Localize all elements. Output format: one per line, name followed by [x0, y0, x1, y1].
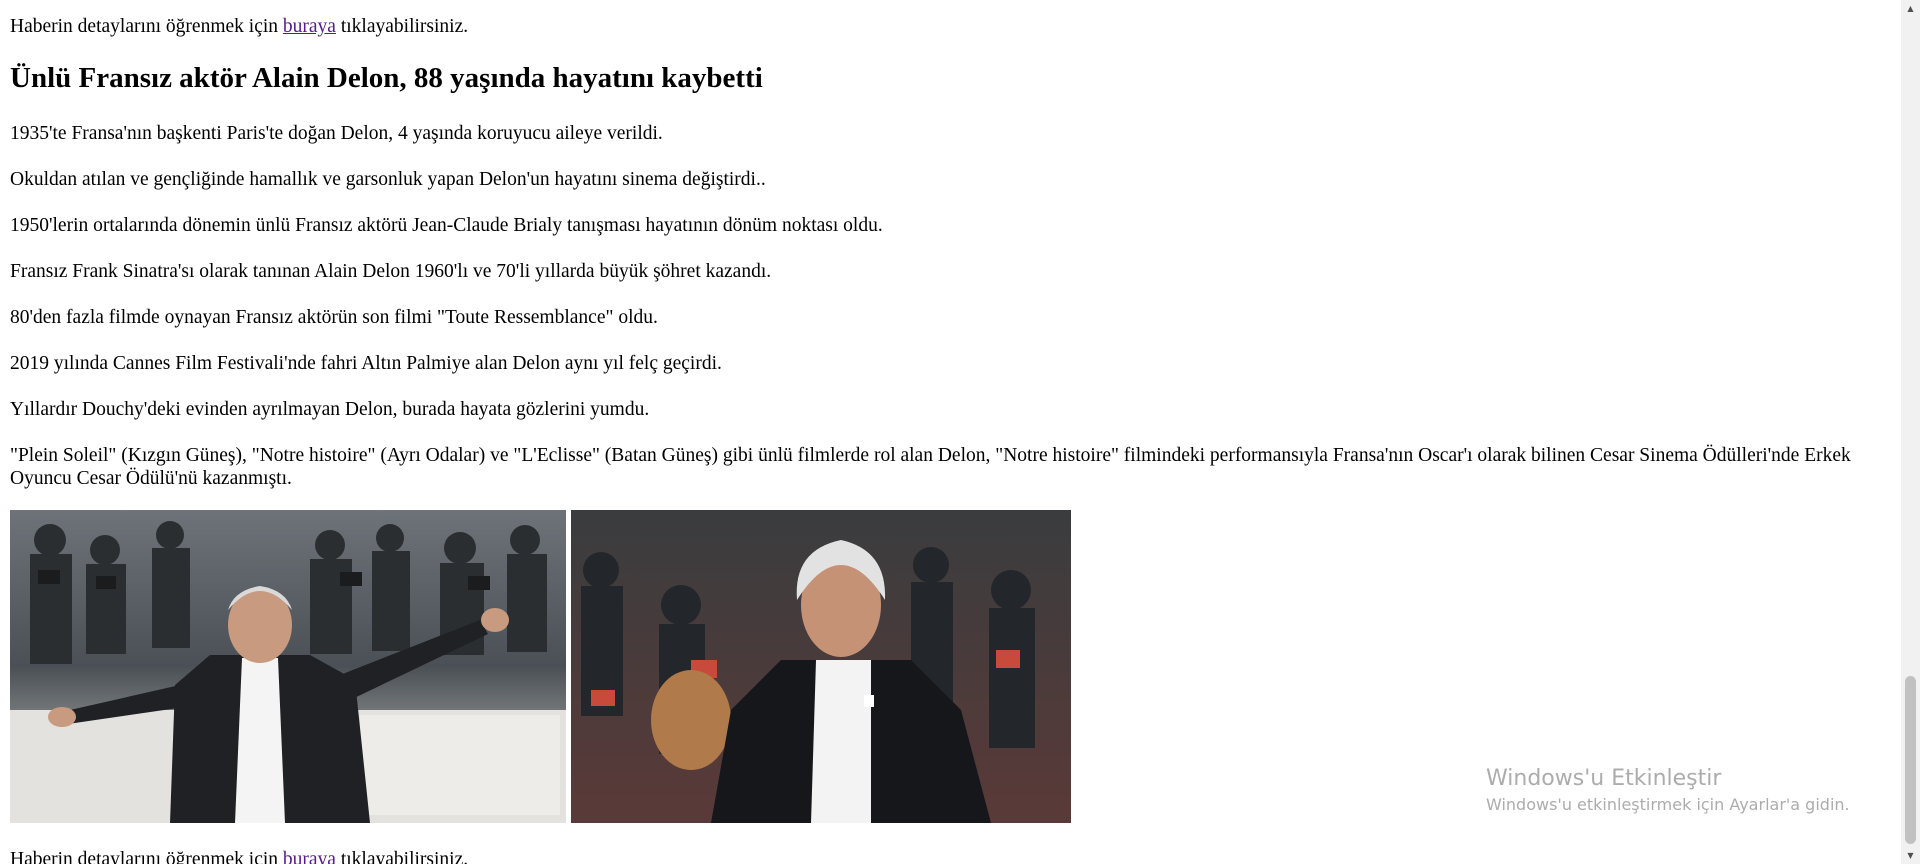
- scroll-down-arrow-icon[interactable]: ▼: [1901, 847, 1920, 864]
- article-title: Ünlü Fransız aktör Alain Delon, 88 yaşın…: [10, 62, 763, 94]
- windows-activation-watermark: Windows'u Etkinleştir Windows'u etkinleş…: [1486, 764, 1850, 816]
- photo-delon-photocall: [10, 510, 566, 823]
- detail-bottom-suffix: tıklayabilirsiniz.: [335, 849, 469, 864]
- detail-top-prefix: Haberin detaylarını öğrenmek için: [10, 16, 283, 37]
- paragraph-5: 80'den fazla filmde oynayan Fransız aktö…: [10, 307, 658, 328]
- detail-link-top-line: Haberin detaylarını öğrenmek için buraya…: [10, 15, 468, 38]
- paragraph-1: 1935'te Fransa'nın başkenti Paris'te doğ…: [10, 123, 663, 144]
- page-viewport: Haberin detaylarını öğrenmek için buraya…: [0, 0, 1901, 864]
- detail-link-bottom[interactable]: buraya: [283, 849, 336, 864]
- watermark-title: Windows'u Etkinleştir: [1486, 766, 1722, 791]
- paragraph-6: 2019 yılında Cannes Film Festivali'nde f…: [10, 353, 722, 374]
- vertical-scrollbar[interactable]: ▲ ▼: [1901, 0, 1920, 864]
- watermark-subtitle: Windows'u etkinleştirmek için Ayarlar'a …: [1486, 795, 1850, 814]
- paragraph-8: "Plein Soleil" (Kızgın Güneş), "Notre hi…: [10, 445, 1851, 489]
- detail-bottom-prefix: Haberin detaylarını öğrenmek için: [10, 849, 283, 864]
- scrollbar-thumb[interactable]: [1905, 676, 1916, 844]
- paragraph-3: 1950'lerin ortalarında dönemin ünlü Fran…: [10, 215, 883, 236]
- detail-link-top[interactable]: buraya: [283, 16, 336, 37]
- paragraph-4: Fransız Frank Sinatra'sı olarak tanınan …: [10, 261, 772, 282]
- detail-top-suffix: tıklayabilirsiniz.: [335, 16, 469, 37]
- scroll-up-arrow-icon[interactable]: ▲: [1901, 0, 1920, 17]
- paragraph-2: Okuldan atılan ve gençliğinde hamallık v…: [10, 169, 766, 190]
- photo-delon-red-carpet: [571, 510, 1071, 823]
- detail-link-bottom-line: Haberin detaylarını öğrenmek için buraya…: [10, 848, 468, 864]
- paragraph-7: Yıllardır Douchy'deki evinden ayrılmayan…: [10, 399, 650, 420]
